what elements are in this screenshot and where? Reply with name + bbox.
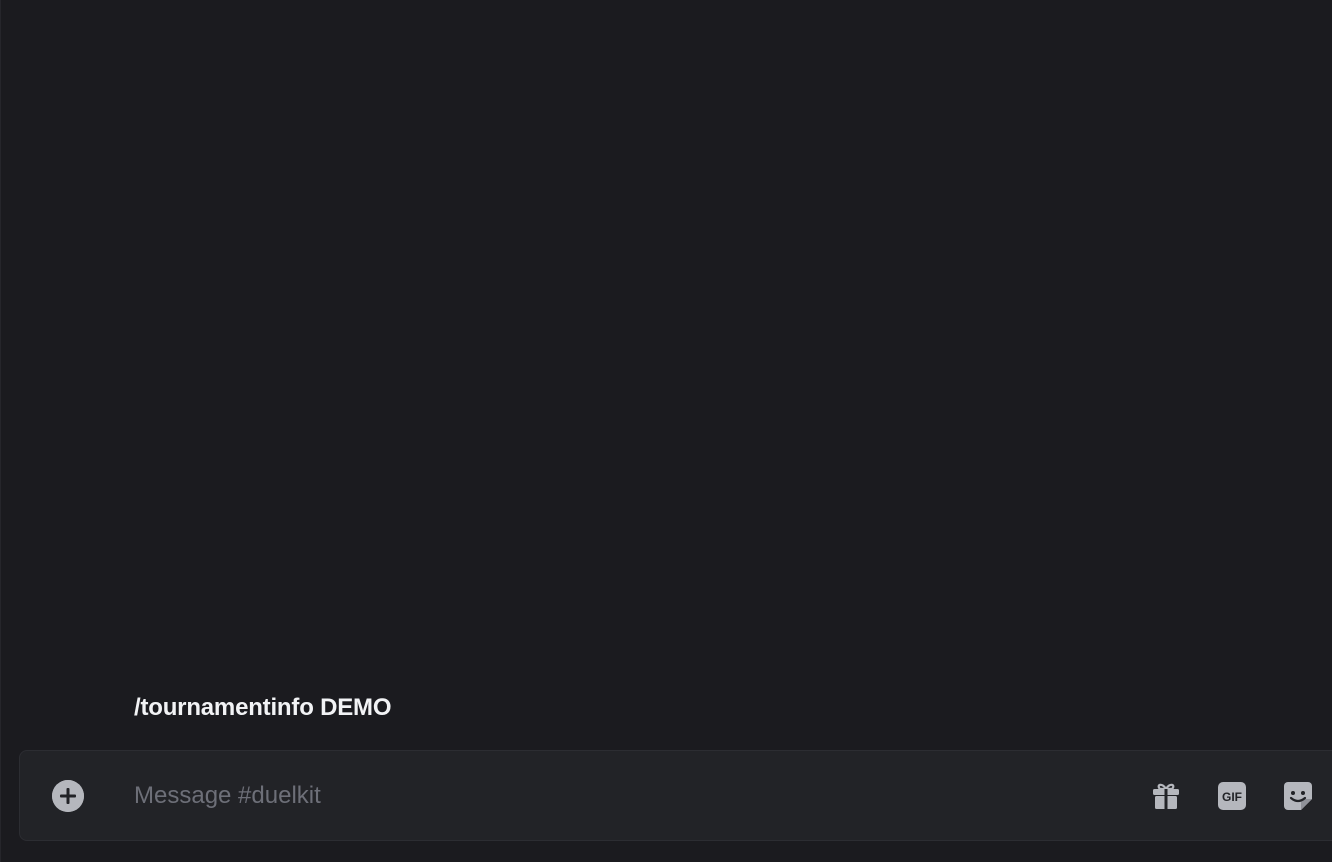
plus-circle-icon	[52, 780, 84, 812]
message-composer: GIF	[19, 750, 1332, 841]
sticker-button[interactable]	[1283, 781, 1313, 811]
gif-button[interactable]: GIF	[1217, 781, 1247, 811]
gif-icon: GIF	[1218, 782, 1246, 810]
chat-window: /tournamentinfo DEMO GIF	[0, 0, 1332, 862]
message-preview-text: /tournamentinfo DEMO	[134, 694, 392, 721]
message-input[interactable]	[134, 776, 1114, 816]
gift-icon	[1153, 783, 1179, 809]
message-list: /tournamentinfo DEMO	[1, 0, 1332, 740]
sticker-icon	[1284, 782, 1312, 810]
gif-icon-label: GIF	[1222, 790, 1242, 804]
gift-button[interactable]	[1151, 781, 1181, 811]
add-attachment-button[interactable]	[52, 780, 84, 812]
